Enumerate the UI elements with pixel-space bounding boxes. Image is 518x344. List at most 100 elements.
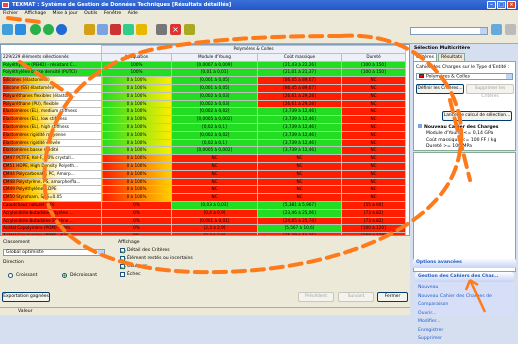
detail-criteres-label: Détail des Critères <box>127 248 170 253</box>
table-row[interactable]: Silicones (élastomère) 0 à 100% [0,001 à 0… <box>1 76 406 85</box>
forward-arrow-icon[interactable] <box>43 24 54 35</box>
col-durete[interactable]: Dureté <box>341 52 406 62</box>
gestion-cahiers-header[interactable]: Gestion des Cahiers des Char... <box>415 272 514 282</box>
cell-material: Polyuréthanes flexibles (élastom... <box>1 91 102 101</box>
next-button[interactable]: Suivant <box>338 292 374 302</box>
menu-fichier[interactable]: Fichier <box>3 11 18 16</box>
options-avancees-header[interactable]: Options avancées <box>413 258 516 268</box>
table-row[interactable]: Acétal Copolymère (POM) - hom... 0% [2,3 à… <box>1 224 406 234</box>
tree-root-label: Nouveau Cahier des Charges <box>424 125 499 130</box>
menu-outils[interactable]: Outils <box>84 11 97 16</box>
filter-icon[interactable] <box>84 24 95 35</box>
table-row[interactable]: Polyéthylène basse densité (PUTCI) 100% [0… <box>1 68 406 78</box>
cell-durete: NC <box>341 177 406 187</box>
close-window-button[interactable]: × <box>507 1 516 9</box>
tab-resultats[interactable]: Résultats <box>438 53 466 61</box>
minimize-button[interactable]: – <box>487 1 496 9</box>
table-row[interactable]: CM49 Polyéthylène, LDPE 0 à 100% NC NC NC <box>1 185 406 195</box>
new-comparison-spec-link[interactable]: Nouveau Cahier des Charges de Comparaiso… <box>418 293 511 310</box>
search-combo[interactable] <box>410 27 488 35</box>
cell-adequation: 100% <box>101 68 172 78</box>
table-row[interactable]: Silicone (SS) élastomère 0 à 100% [0,001 à… <box>1 83 406 93</box>
open-spec-link[interactable]: Ouvrir... <box>418 310 511 319</box>
menu-fenetre[interactable]: Fenêtre <box>104 11 121 16</box>
report-icon[interactable] <box>110 24 121 35</box>
table-row[interactable]: CM50 Styrofoam, SpG=0.05 0 à 100% NC NC NC <box>1 193 406 202</box>
couleurs-label: Couleurs <box>127 264 148 269</box>
cell-cout: [3,739 à 12,46] <box>257 138 342 148</box>
table-row[interactable]: Élastomères basse rigidité 0 à 100% [0,000… <box>1 146 406 156</box>
col-module-young[interactable]: Module d'Young <box>171 52 258 62</box>
table-row[interactable]: CM47 PCTFE, Kel-F, 50% crystall... 0 à 10… <box>1 154 406 163</box>
tree-item-durete[interactable]: Dureté >= 100 MPa <box>426 144 496 151</box>
grid-icon[interactable] <box>15 24 26 35</box>
cell-material: Élastomères (EL), low stiffness <box>1 115 102 124</box>
col-cout-massique[interactable]: Coût massique <box>257 52 342 62</box>
maximize-button[interactable]: □ <box>497 1 506 9</box>
table-row[interactable]: Élastomères (EL), low stiffness 0 à 100%[… <box>1 115 406 124</box>
launch-selection-button[interactable]: Lancer le calcul de sélection... <box>442 111 512 121</box>
cell-material: CM48 Polystyrène, PS, amorphe/fla... <box>1 177 102 187</box>
settings-icon[interactable] <box>156 24 167 35</box>
cell-cout: NC <box>257 169 342 179</box>
decroissant-radio[interactable] <box>62 273 67 278</box>
table-row[interactable]: Polyuréthane (PU), flexible 0 à 100% [0,00… <box>1 99 406 109</box>
col-adequation[interactable]: Adéquation <box>101 52 172 62</box>
export-button[interactable]: Exportation gagnées <box>2 292 50 302</box>
table-row[interactable]: Polyuréthanes flexibles (élastom... 0 à 1… <box>1 91 406 101</box>
couleurs-checkbox[interactable] <box>120 264 125 269</box>
previous-button[interactable]: Précédent <box>298 292 334 302</box>
tab-criteres[interactable]: Critères <box>413 53 438 61</box>
table-row[interactable]: CM51 HDPE, High Density Polyeth... 0 à 10… <box>1 161 406 171</box>
cell-material: Élastomères basse rigidité <box>1 146 102 156</box>
filter-label: Cahier des Charges sur le Type d'Entité … <box>416 65 510 70</box>
cell-cout: [23,46 à 25,06] <box>257 208 342 218</box>
table-row[interactable]: Élastomères (EL), medium stiffness 0 à 10… <box>1 107 406 117</box>
classement-label: Classement <box>3 240 30 245</box>
detail-criteres-checkbox[interactable] <box>120 248 125 253</box>
table-row[interactable]: Polyéthylène (PEHD) - résistant C... 100%… <box>1 60 406 70</box>
edit-spec-link[interactable]: Modifier... <box>418 318 511 327</box>
table-row[interactable]: Acrylonitrile Butadiène Styrène ... 0% [0,… <box>1 216 406 226</box>
print-icon[interactable] <box>184 24 195 35</box>
help-icon[interactable] <box>505 24 516 35</box>
chart-icon[interactable] <box>97 24 108 35</box>
table-row[interactable]: CM48 Polystyrène, PS, amorphe/fla... 0 à … <box>1 177 406 187</box>
menu-aide[interactable]: Aide <box>128 11 138 16</box>
menu-mise-a-jour[interactable]: Mise à jour <box>53 11 78 16</box>
table-row[interactable]: Élastomères (EL), high stiffness 0 à 100%… <box>1 122 406 132</box>
menu-affichage[interactable]: Affichage <box>24 11 46 16</box>
delete-icon[interactable]: × <box>170 24 181 35</box>
croissant-radio[interactable] <box>8 273 13 278</box>
count-header[interactable]: 229/229 éléments sélectionnés <box>1 52 102 62</box>
new-spec-link[interactable]: Nouveau <box>418 284 511 293</box>
table-row[interactable]: Élastomères rigidité élevée 0 à 100% [0,02… <box>1 138 406 148</box>
delete-spec-link[interactable]: Supprimer <box>418 335 511 344</box>
cell-durete: NC <box>341 99 406 109</box>
table-row[interactable]: CM44 Polycarbonate, PC, Amorp... 0 à 100%… <box>1 169 406 179</box>
cell-module: [0,0005 à 0,002] <box>171 146 258 156</box>
go-arrow-icon[interactable] <box>56 24 67 35</box>
search-icon[interactable] <box>491 24 502 35</box>
cell-material: Élastomères rigidité élevée <box>1 138 102 148</box>
save-spec-link[interactable]: Enregistrer <box>418 327 511 336</box>
tree-item-module[interactable]: Module d'Young <= 0,14 GPa <box>426 131 496 138</box>
cell-durete: [100 à 120] <box>341 224 406 234</box>
remove-criteria-button[interactable]: Supprimer les Critères <box>466 84 514 99</box>
cell-cout: NC <box>257 177 342 187</box>
back-arrow-icon[interactable] <box>30 24 41 35</box>
properties-icon[interactable] <box>136 24 147 35</box>
echec-checkbox[interactable] <box>120 272 125 277</box>
elements-restes-checkbox[interactable] <box>120 256 125 261</box>
close-button[interactable]: Fermer <box>377 292 408 302</box>
hierarchy-icon[interactable] <box>2 24 13 35</box>
table-row[interactable]: Acrylonitrile-butadiène-styrène ... 0% [0,… <box>1 208 406 218</box>
table-row[interactable]: Caoutchouc naturel (NR) 0% [0,03 à 0,03] [5… <box>1 200 406 210</box>
export-icon[interactable] <box>123 24 134 35</box>
table-row[interactable]: Élastomères rigidité moyenne 0 à 100% [0,0… <box>1 130 406 140</box>
cell-module: [0,03 à 0,03] <box>171 200 258 210</box>
tree-root[interactable]: Nouveau Cahier des Charges <box>418 124 499 130</box>
define-criteria-button[interactable]: Définir les Critères... <box>416 84 464 94</box>
classement-select[interactable]: Global optimiste <box>3 249 105 256</box>
entity-type-select[interactable]: Polymères & Colles <box>416 73 513 80</box>
